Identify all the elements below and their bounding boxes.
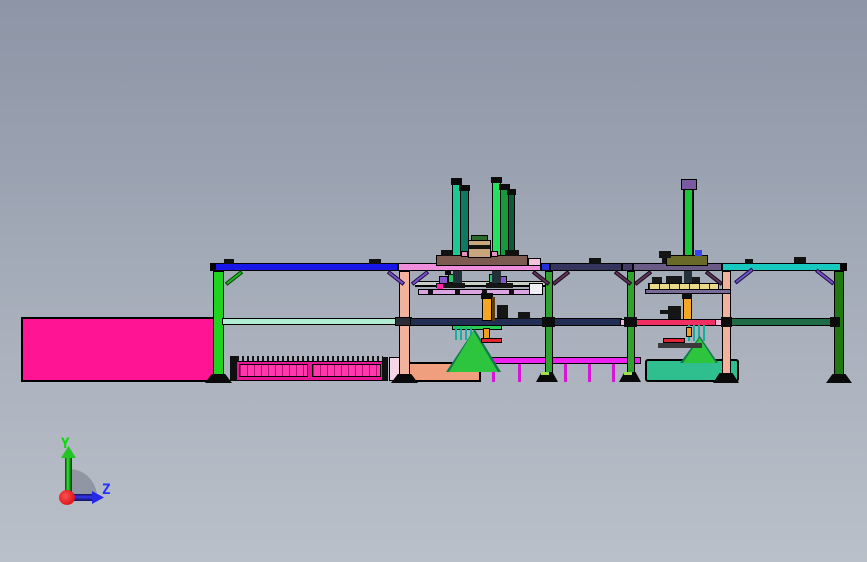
brace: [815, 268, 835, 286]
triad-x-origin: [59, 490, 75, 505]
tower-link: [684, 269, 692, 283]
tower-link: [492, 269, 501, 283]
robot-head: [468, 240, 491, 258]
robot-shoulder: [491, 251, 498, 257]
actuator-rod: [492, 297, 495, 321]
beam-mid-navy: [410, 318, 622, 326]
gripper-plate: [659, 251, 671, 258]
actuator-orange: [683, 298, 692, 320]
beam-top-navy: [550, 263, 622, 271]
gantry-rail-upper: [415, 281, 545, 287]
gripper-dark-bar: [658, 343, 702, 348]
conveyor-endplate: [382, 357, 388, 381]
post-foot-pad: [624, 372, 632, 375]
beam-clamp: [224, 259, 234, 264]
rail-slider: [455, 290, 460, 294]
rail-slider: [509, 290, 514, 294]
brace: [551, 270, 571, 286]
carriage-beam-ext: [528, 258, 541, 266]
tower-cap: [507, 189, 516, 195]
robot-visor: [469, 245, 490, 249]
tower-base: [666, 255, 708, 266]
beam-clamp: [745, 259, 753, 264]
robot-head-cap: [471, 235, 488, 241]
tower-link: [453, 269, 462, 283]
beam-top-darkpurple: [622, 263, 633, 271]
cad-viewport[interactable]: Y Z: [0, 0, 867, 562]
tower-cap-purple: [681, 179, 697, 190]
beam-clamp: [441, 250, 452, 256]
table-leg: [588, 364, 591, 382]
triad-z-label: Z: [102, 482, 111, 498]
tower-column: [683, 188, 694, 258]
beam-junction: [542, 317, 555, 327]
tower-column: [508, 194, 515, 258]
conveyor-endplate: [230, 356, 237, 381]
actuator-orange: [482, 298, 492, 321]
brace: [224, 270, 244, 286]
beam-cap: [210, 263, 216, 271]
beam-junction: [624, 317, 637, 327]
pusher-box-magenta: [21, 317, 216, 382]
rail-slider: [428, 290, 433, 294]
beam-junction: [830, 317, 840, 327]
table-top: [483, 357, 641, 364]
orange-pin: [483, 328, 490, 339]
gripper-bracket: [668, 306, 681, 319]
beam-clamp: [369, 259, 381, 264]
table-leg: [612, 364, 615, 382]
gripper-bracket: [518, 312, 530, 319]
beam-top-blue: [210, 263, 398, 271]
beam-clamp: [794, 257, 806, 263]
tower-cap: [459, 185, 470, 191]
orange-pin: [686, 327, 692, 337]
carriage-block-purple: [439, 276, 448, 284]
beam-clamp: [505, 250, 519, 256]
table-leg: [518, 364, 521, 382]
gripper-bracket: [660, 310, 668, 314]
conveyor-panel: [239, 364, 308, 377]
beam-top-blue2: [541, 263, 550, 271]
gripper-plate: [666, 276, 682, 283]
beam-clamp: [589, 258, 601, 264]
beam-mid-mint: [222, 318, 402, 325]
beam-top-teal: [722, 263, 843, 271]
robot-shoulder: [461, 251, 468, 257]
conveyor-panel: [312, 364, 381, 377]
beam-cap: [840, 263, 847, 271]
carriage-cap: [445, 271, 451, 275]
gripper-bracket: [497, 305, 508, 318]
tower-cap: [491, 177, 502, 183]
table-leg: [564, 364, 567, 382]
gantry-rail-lower: [418, 289, 542, 295]
tower-cap: [451, 178, 462, 185]
lift-cone: [683, 338, 716, 363]
beam-junction: [721, 317, 732, 327]
beam-mid-green: [731, 318, 838, 326]
rail-end-box: [529, 283, 543, 295]
post-foot-pad: [541, 372, 549, 375]
sensor-blue: [695, 250, 702, 256]
post-foot: [826, 374, 852, 383]
